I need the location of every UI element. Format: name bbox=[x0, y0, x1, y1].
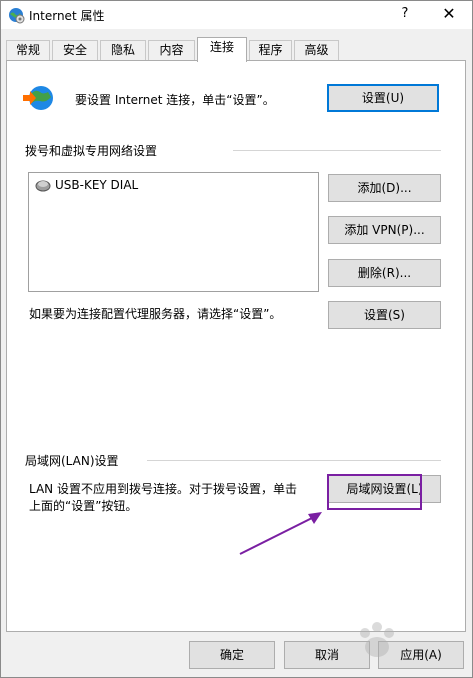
internet-options-icon bbox=[9, 8, 25, 24]
setup-button[interactable]: 设置(U) bbox=[327, 84, 439, 112]
dialup-settings-button[interactable]: 设置(S) bbox=[328, 301, 441, 329]
internet-globe-icon bbox=[23, 86, 53, 110]
annotation-highlight-box bbox=[327, 474, 422, 510]
tab-strip: 常规 安全 隐私 内容 连接 程序 高级 bbox=[6, 37, 466, 62]
window-title: Internet 属性 bbox=[29, 9, 105, 23]
tab-security[interactable]: 安全 bbox=[52, 40, 98, 61]
proxy-description: 如果要为连接配置代理服务器，请选择“设置”。 bbox=[29, 307, 282, 321]
dialup-group-divider bbox=[233, 150, 441, 151]
lan-description-line1: LAN 设置不应用到拨号连接。对于拨号设置，单击 bbox=[29, 482, 297, 496]
add-connection-button[interactable]: 添加(D)... bbox=[328, 174, 441, 202]
dialup-connection-icon bbox=[35, 180, 51, 192]
tab-advanced[interactable]: 高级 bbox=[294, 40, 339, 61]
help-button[interactable]: ? bbox=[387, 1, 423, 29]
cancel-button[interactable]: 取消 bbox=[284, 641, 370, 669]
connections-list[interactable]: USB-KEY DIAL bbox=[28, 172, 319, 292]
setup-description: 要设置 Internet 连接，单击“设置”。 bbox=[75, 93, 275, 107]
tab-content[interactable]: 内容 bbox=[148, 40, 195, 61]
lan-description-line2: 上面的“设置”按钮。 bbox=[29, 499, 138, 513]
close-button[interactable]: ✕ bbox=[431, 1, 467, 29]
internet-properties-window: Internet 属性 ? ✕ 常规 安全 隐私 内容 连接 程序 高级 要设置… bbox=[0, 0, 473, 678]
connection-name: USB-KEY DIAL bbox=[55, 178, 139, 192]
title-bar: Internet 属性 ? ✕ bbox=[1, 1, 472, 29]
connections-panel: 要设置 Internet 连接，单击“设置”。 设置(U) 拨号和虚拟专用网络设… bbox=[6, 60, 466, 632]
lan-group-label: 局域网(LAN)设置 bbox=[25, 452, 119, 469]
apply-button[interactable]: 应用(A) bbox=[378, 641, 464, 669]
dialup-group-label: 拨号和虚拟专用网络设置 bbox=[25, 142, 158, 159]
ok-button[interactable]: 确定 bbox=[189, 641, 275, 669]
tab-general[interactable]: 常规 bbox=[6, 40, 50, 61]
tab-connections[interactable]: 连接 bbox=[197, 37, 247, 62]
add-vpn-button[interactable]: 添加 VPN(P)... bbox=[328, 216, 441, 244]
lan-group-divider bbox=[147, 460, 441, 461]
tab-privacy[interactable]: 隐私 bbox=[100, 40, 146, 61]
remove-connection-button[interactable]: 删除(R)... bbox=[328, 259, 441, 287]
tab-programs[interactable]: 程序 bbox=[249, 40, 292, 61]
annotation-arrow bbox=[239, 512, 322, 555]
